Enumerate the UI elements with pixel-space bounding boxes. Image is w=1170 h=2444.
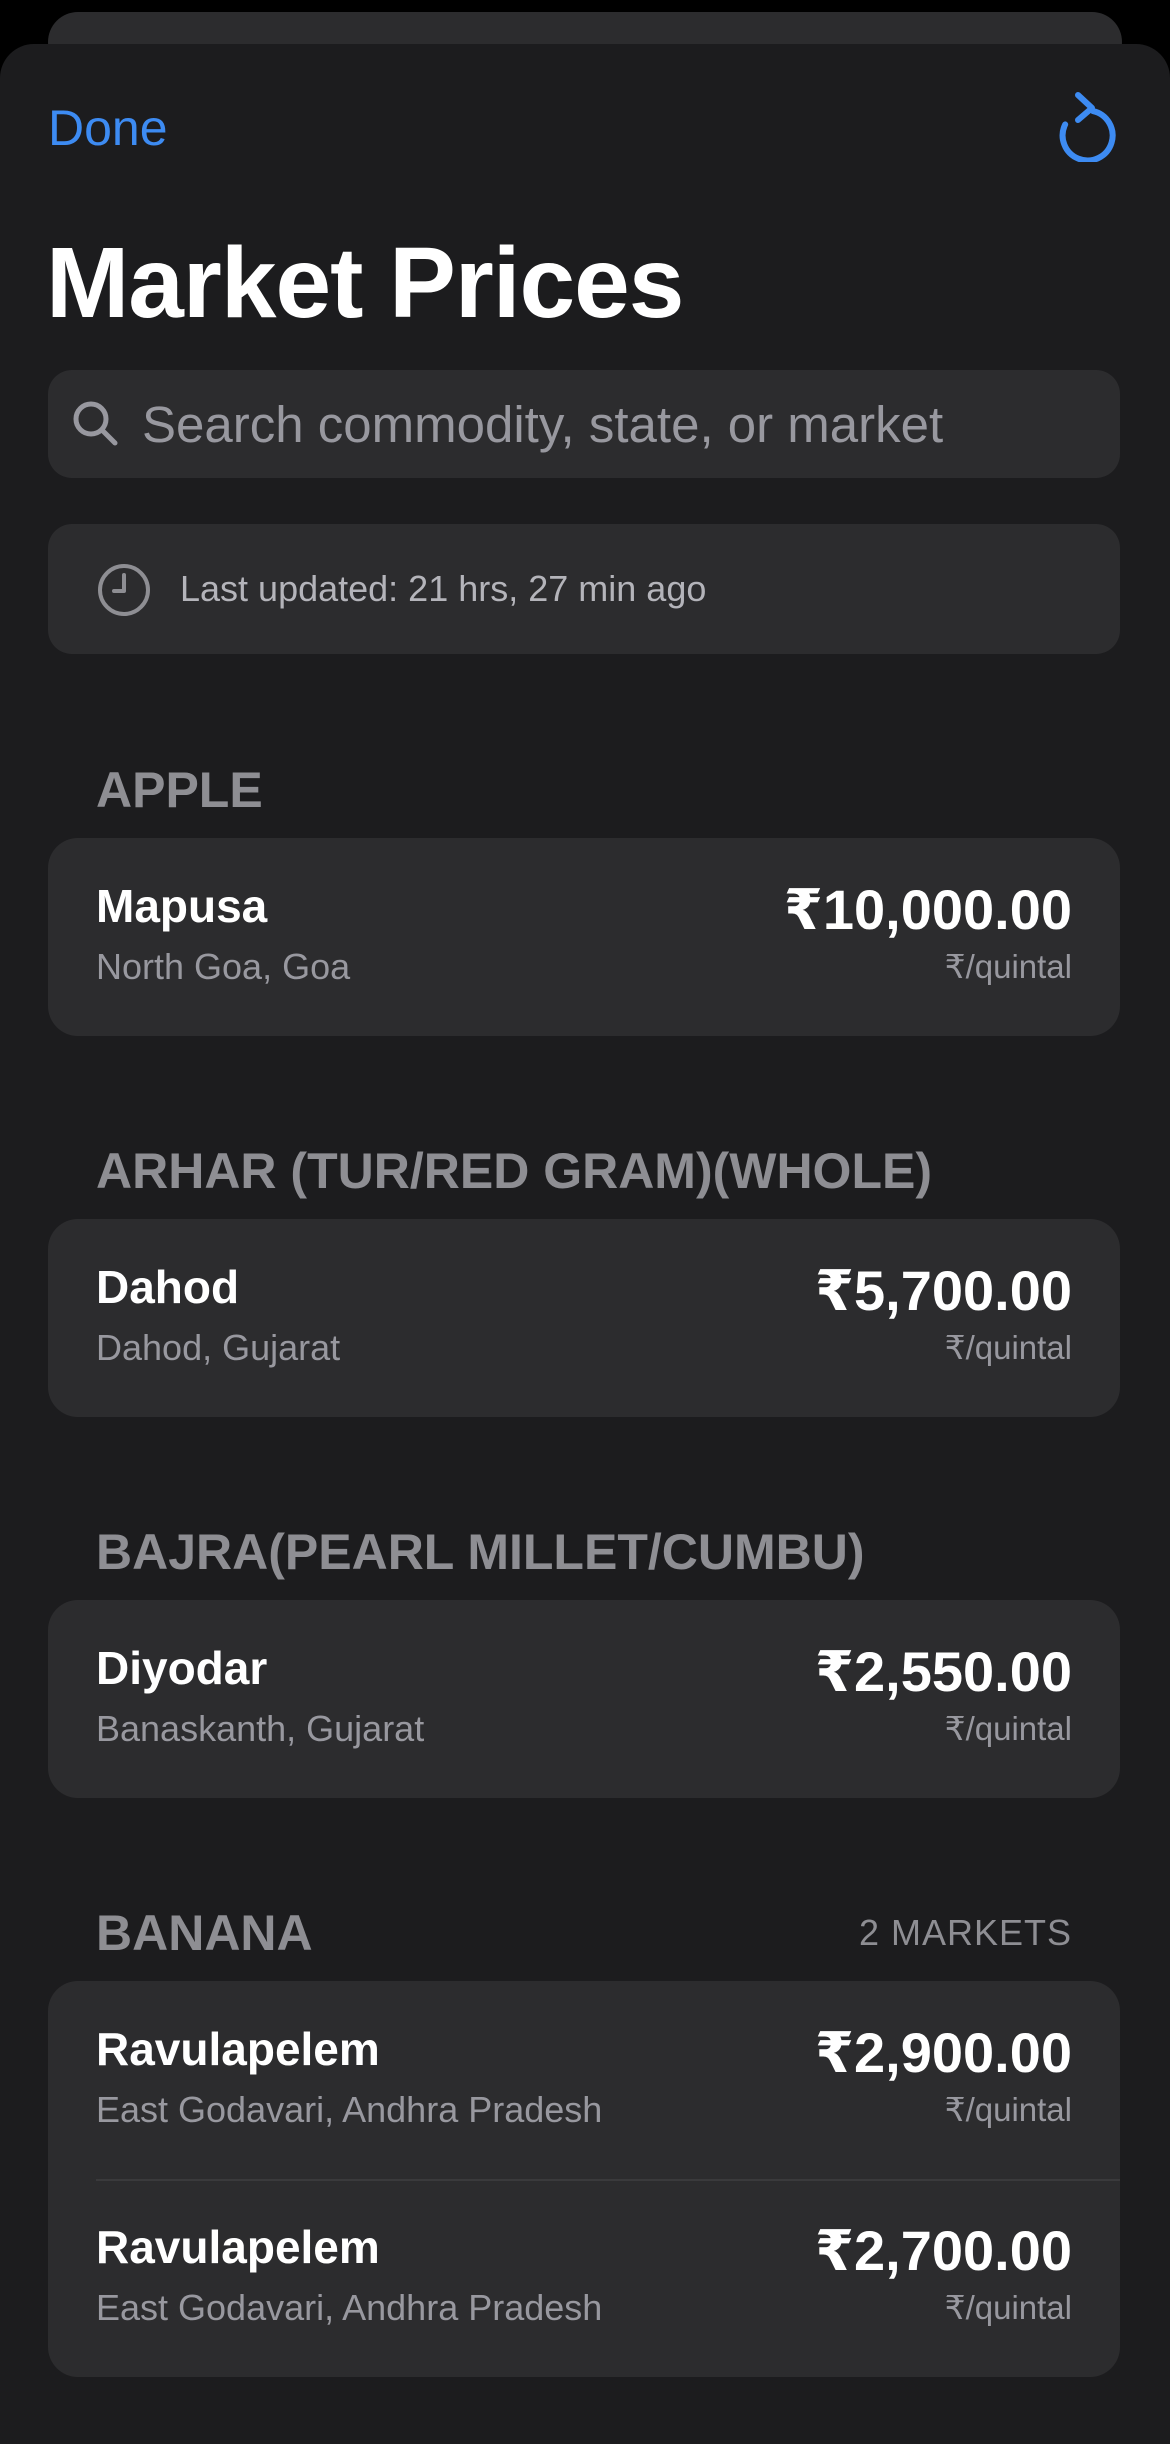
price-unit: ₹/quintal: [944, 2091, 1072, 2128]
refresh-icon: [1059, 92, 1116, 164]
last-updated-text: Last updated: 21 hrs, 27 min ago: [180, 568, 707, 609]
market-card-banana: Ravulapelem East Godavari, Andhra Prades…: [48, 1981, 1120, 2377]
market-location: Dahod, Gujarat: [96, 1327, 341, 1368]
price-unit: ₹/quintal: [944, 2289, 1072, 2326]
done-button[interactable]: Done: [48, 98, 168, 158]
market-name: Diyodar: [96, 1642, 268, 1694]
market-card-bajra: Diyodar Banaskanth, Gujarat ₹2,550.00 ₹/…: [48, 1600, 1120, 1798]
section-header-bajra: BAJRA(PEARL MILLET/CUMBU): [96, 1524, 865, 1580]
price-unit: ₹/quintal: [944, 1710, 1072, 1747]
market-count-badge: 2 MARKETS: [858, 1912, 1072, 1953]
market-row[interactable]: Dahod Dahod, Gujarat ₹5,700.00 ₹/quintal: [48, 1219, 1120, 1417]
market-row[interactable]: Ravulapelem East Godavari, Andhra Prades…: [48, 2179, 1120, 2377]
market-location: Banaskanth, Gujarat: [96, 1708, 425, 1749]
market-price: ₹2,700.00: [815, 2219, 1072, 2282]
market-card-apple: Mapusa North Goa, Goa ₹10,000.00 ₹/quint…: [48, 838, 1120, 1036]
section-header-arhar: ARHAR (TUR/RED GRAM)(WHOLE): [96, 1143, 932, 1199]
row-divider: [96, 2179, 1120, 2181]
price-unit: ₹/quintal: [944, 948, 1072, 985]
market-location: East Godavari, Andhra Pradesh: [96, 2287, 603, 2328]
market-price: ₹10,000.00: [783, 878, 1072, 941]
market-location: East Godavari, Andhra Pradesh: [96, 2089, 603, 2130]
section-header-apple: APPLE: [96, 762, 263, 818]
market-name: Ravulapelem: [96, 2023, 380, 2075]
market-name: Mapusa: [96, 880, 268, 932]
market-row[interactable]: Diyodar Banaskanth, Gujarat ₹2,550.00 ₹/…: [48, 1600, 1120, 1798]
search-icon: [73, 401, 118, 446]
market-name: Dahod: [96, 1261, 240, 1313]
market-card-arhar: Dahod Dahod, Gujarat ₹5,700.00 ₹/quintal: [48, 1219, 1120, 1417]
market-name: Ravulapelem: [96, 2221, 380, 2273]
search-bar[interactable]: [48, 370, 1120, 478]
section-header-banana: BANANA: [96, 1905, 313, 1961]
price-unit: ₹/quintal: [944, 1329, 1072, 1366]
market-price: ₹2,900.00: [815, 2021, 1072, 2084]
market-price: ₹5,700.00: [815, 1259, 1072, 1322]
market-row[interactable]: Ravulapelem East Godavari, Andhra Prades…: [48, 1981, 1120, 2179]
page-title: Market Prices: [46, 227, 684, 339]
market-row[interactable]: Mapusa North Goa, Goa ₹10,000.00 ₹/quint…: [48, 838, 1120, 1036]
refresh-button[interactable]: [1052, 88, 1118, 164]
market-price: ₹2,550.00: [815, 1640, 1072, 1703]
clock-icon: [98, 564, 150, 616]
market-location: North Goa, Goa: [96, 946, 351, 987]
last-updated-card: Last updated: 21 hrs, 27 min ago: [48, 524, 1120, 654]
search-input[interactable]: [142, 388, 1092, 460]
